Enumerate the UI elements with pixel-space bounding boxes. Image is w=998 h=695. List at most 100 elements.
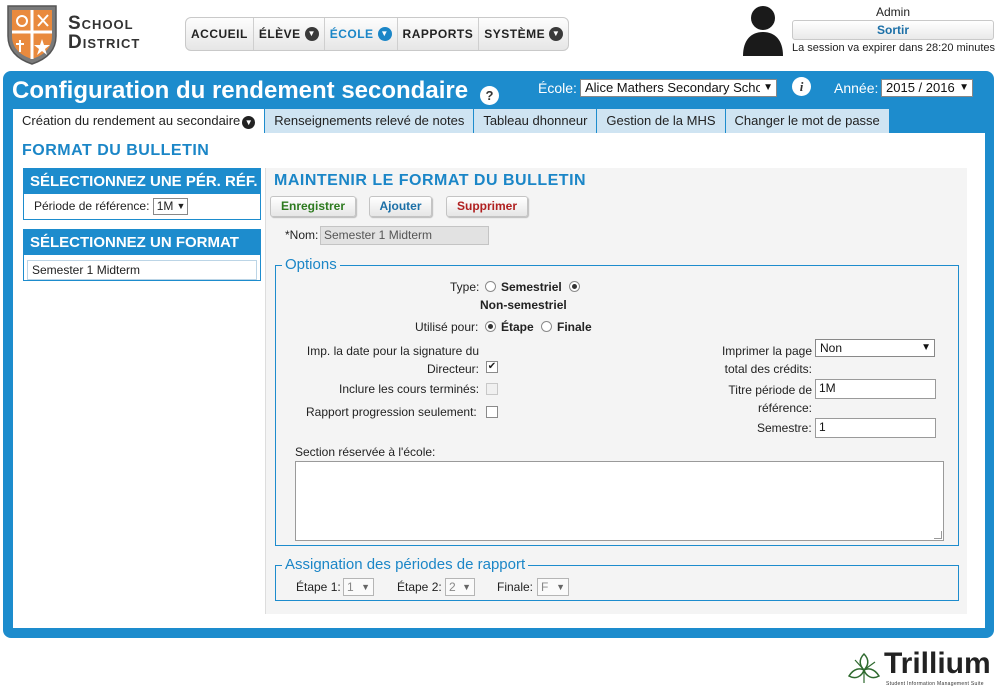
period-label: Période de référence: bbox=[34, 199, 150, 213]
semester-field[interactable]: 1 bbox=[815, 418, 936, 438]
period-box-title: SÉLECTIONNEZ UNE PÉR. RÉF. bbox=[24, 169, 260, 194]
print-date-checkbox[interactable]: ✔ bbox=[486, 361, 498, 373]
stage2-select[interactable]: 2 ▼ bbox=[445, 578, 475, 596]
nav-ecole[interactable]: ÉCOLE ▼ bbox=[325, 18, 398, 50]
print-credits-label: Imprimer la page total des crédits: bbox=[690, 342, 812, 378]
assign-legend: Assignation des périodes de rapport bbox=[282, 556, 529, 573]
tab-changer-mot-de-passe[interactable]: Changer le mot de passe bbox=[725, 109, 890, 133]
used-for-stage-radio[interactable] bbox=[485, 321, 496, 332]
resize-grip-icon[interactable] bbox=[934, 531, 942, 539]
name-field[interactable]: Semester 1 Midterm bbox=[320, 226, 489, 245]
stage1-label: Étape 1: bbox=[296, 580, 341, 594]
nav-accueil[interactable]: ACCUEIL bbox=[186, 18, 254, 50]
print-date-label-line2: Directeur: bbox=[426, 362, 479, 376]
tab-releve-notes[interactable]: Renseignements relevé de notes bbox=[265, 109, 475, 133]
period-title-label: Titre période de référence: bbox=[690, 381, 812, 417]
school-section-textarea[interactable] bbox=[295, 461, 944, 541]
type-label: Type: bbox=[450, 280, 480, 294]
final-select[interactable]: F ▼ bbox=[537, 578, 569, 596]
chevron-down-icon: ▼ bbox=[242, 116, 256, 129]
year-select-value: 2015 / 2016 bbox=[886, 80, 955, 95]
school-select-value: Alice Mathers Secondary School bbox=[585, 80, 773, 95]
page-title: Configuration du rendement secondaire bbox=[12, 77, 469, 104]
period-select-box: SÉLECTIONNEZ UNE PÉR. RÉF. Période de ré… bbox=[23, 168, 261, 220]
format-box-title: SÉLECTIONNEZ UN FORMAT bbox=[24, 230, 260, 255]
used-for-final-label: Finale bbox=[557, 320, 592, 334]
used-for-stage-label: Étape bbox=[501, 320, 534, 334]
chevron-down-icon: ▼ bbox=[760, 80, 773, 96]
trillium-tagline: Student Information Management Suite bbox=[886, 681, 984, 687]
chevron-down-icon: ▼ bbox=[556, 582, 565, 592]
chevron-down-icon: ▼ bbox=[462, 582, 471, 592]
chevron-down-icon: ▼ bbox=[549, 27, 564, 41]
period-select-value: 1M bbox=[156, 199, 174, 214]
semester-label: Semestre: bbox=[757, 421, 812, 435]
main-nav: ACCUEIL ÉLÈVE ▼ ÉCOLE ▼ RAPPORTS SYSTÈME ▼ bbox=[185, 17, 570, 51]
print-credits-select[interactable]: Non ▼ bbox=[815, 339, 935, 357]
trillium-flower-icon bbox=[847, 652, 881, 683]
print-credits-select-value: Non bbox=[820, 341, 843, 355]
options-legend: Options bbox=[282, 256, 340, 273]
year-label: Année: bbox=[834, 80, 879, 96]
save-button[interactable]: Enregistrer bbox=[270, 196, 356, 217]
final-select-value: F bbox=[541, 580, 549, 594]
session-timer: La session va expirer dans 28:20 minutes bbox=[792, 42, 996, 54]
print-credits-label-line1: Imprimer la page bbox=[721, 344, 812, 358]
used-for-final-radio[interactable] bbox=[541, 321, 552, 332]
stage1-select-value: 1 bbox=[347, 580, 354, 594]
print-credits-label-line2: total des crédits: bbox=[724, 362, 812, 376]
tab-gestion-mhs[interactable]: Gestion de la MHS bbox=[597, 109, 726, 133]
section-title: FORMAT DU BULLETIN bbox=[22, 142, 210, 159]
tab-bar: Création du rendement au secondaire ▼ Ren… bbox=[13, 109, 890, 133]
final-label: Finale: bbox=[497, 580, 534, 594]
delete-button[interactable]: Supprimer bbox=[446, 196, 528, 217]
type-non-semestrial-radio[interactable] bbox=[569, 281, 580, 292]
nav-eleve[interactable]: ÉLÈVE ▼ bbox=[254, 18, 325, 50]
format-select-box: SÉLECTIONNEZ UN FORMAT Semester 1 Midter… bbox=[23, 229, 261, 281]
user-name: Admin bbox=[875, 5, 910, 19]
school-select[interactable]: Alice Mathers Secondary School ▼ bbox=[580, 79, 777, 97]
logout-button[interactable]: Sortir bbox=[792, 20, 994, 40]
info-icon[interactable]: i bbox=[792, 77, 811, 96]
school-section-label: Section réservée à l'école: bbox=[295, 445, 436, 459]
trillium-brand: Trillium bbox=[884, 647, 991, 680]
progress-only-checkbox[interactable] bbox=[486, 406, 498, 418]
chevron-down-icon: ▼ bbox=[304, 27, 319, 41]
type-semestrial-label: Semestriel bbox=[501, 280, 562, 294]
include-finished-checkbox[interactable] bbox=[486, 383, 498, 395]
maintain-format-title: MAINTENIR LE FORMAT DU BULLETIN bbox=[274, 172, 587, 189]
type-non-semestrial-label: Non-semestriel bbox=[480, 298, 567, 312]
school-district-logo bbox=[7, 5, 57, 65]
period-select[interactable]: 1M ▼ bbox=[152, 198, 189, 216]
help-icon[interactable]: ? bbox=[480, 86, 499, 105]
include-finished-label: Inclure les cours terminés: bbox=[339, 382, 480, 396]
used-for-label: Utilisé pour: bbox=[415, 320, 479, 334]
tab-tableau-honneur[interactable]: Tableau dhonneur bbox=[474, 109, 598, 133]
print-date-label: Imp. la date pour la signature du Direct… bbox=[306, 342, 479, 378]
add-button[interactable]: Ajouter bbox=[369, 196, 432, 217]
chevron-down-icon: ▼ bbox=[377, 27, 392, 41]
format-list-item[interactable]: Semester 1 Midterm bbox=[27, 260, 257, 280]
type-semestrial-radio[interactable] bbox=[485, 281, 496, 292]
stage2-select-value: 2 bbox=[449, 580, 456, 594]
period-title-label-line2: référence: bbox=[757, 401, 812, 415]
logo-text: School District bbox=[68, 13, 141, 53]
chevron-down-icon: ▼ bbox=[959, 82, 969, 93]
print-date-label-line1: Imp. la date pour la signature du bbox=[306, 344, 479, 358]
stage1-select[interactable]: 1 ▼ bbox=[343, 578, 374, 596]
nav-systeme[interactable]: SYSTÈME ▼ bbox=[479, 18, 568, 50]
chevron-down-icon: ▼ bbox=[176, 201, 186, 212]
user-avatar-icon bbox=[743, 6, 783, 56]
progress-only-label: Rapport progression seulement: bbox=[306, 405, 477, 419]
year-select[interactable]: 2015 / 2016 ▼ bbox=[881, 79, 973, 97]
school-label: École: bbox=[538, 80, 577, 96]
tab-creation-rendement[interactable]: Création du rendement au secondaire ▼ bbox=[13, 109, 266, 133]
period-row: Période de référence: 1M ▼ bbox=[24, 194, 260, 218]
stage2-label: Étape 2: bbox=[397, 580, 442, 594]
period-title-field[interactable]: 1M bbox=[815, 379, 936, 399]
period-title-label-line1: Titre période de bbox=[728, 383, 812, 397]
name-label: *Nom: bbox=[285, 228, 319, 242]
chevron-down-icon: ▼ bbox=[921, 342, 931, 353]
chevron-down-icon: ▼ bbox=[361, 582, 370, 592]
nav-rapports[interactable]: RAPPORTS bbox=[398, 18, 480, 50]
